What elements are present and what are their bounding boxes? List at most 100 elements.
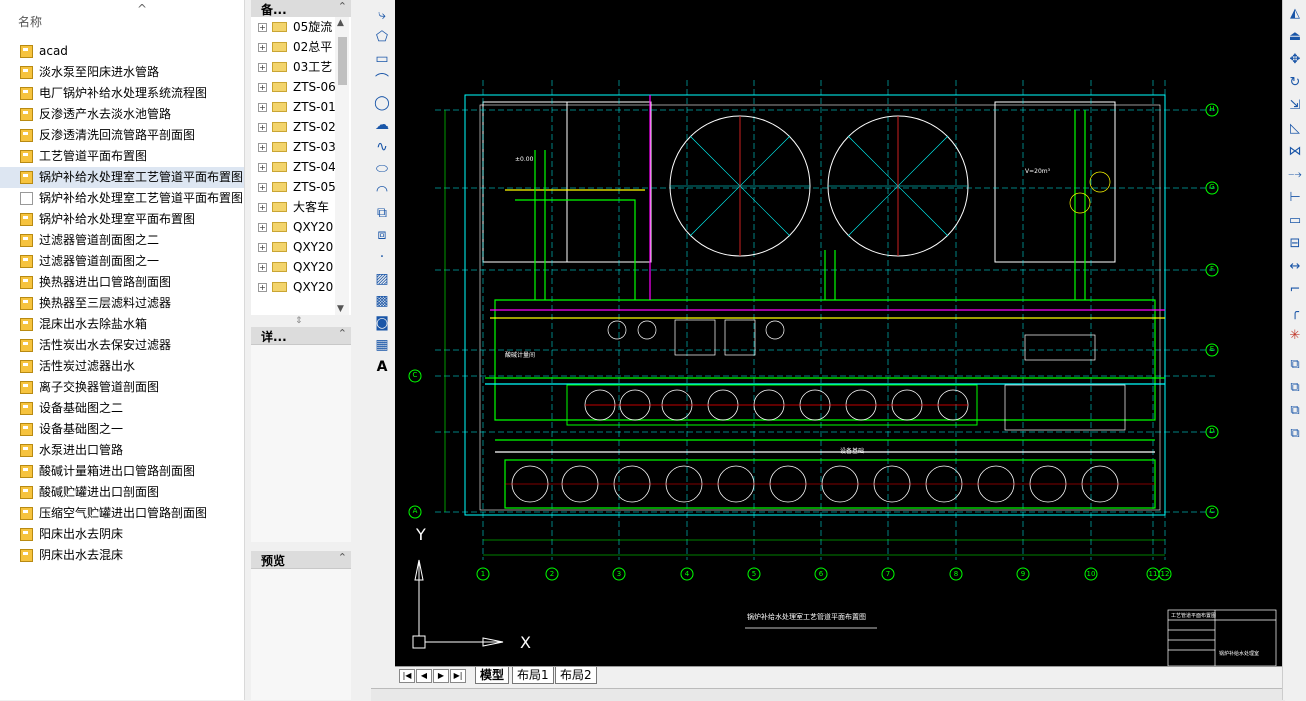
name-column-header[interactable]: 名称 bbox=[18, 13, 42, 30]
expand-icon[interactable]: + bbox=[258, 43, 267, 52]
file-list-item[interactable]: 锅炉补给水处理室工艺管道平面布置图 bbox=[0, 188, 244, 209]
expand-icon[interactable]: + bbox=[258, 163, 267, 172]
horizontal-scrollbar[interactable] bbox=[371, 688, 1285, 701]
file-list-item[interactable]: 锅炉补给水处理室平面布置图 bbox=[0, 209, 244, 230]
file-list-item[interactable]: 混床出水去除盐水箱 bbox=[0, 314, 244, 335]
expand-icon[interactable]: + bbox=[258, 283, 267, 292]
expand-icon[interactable]: + bbox=[258, 203, 267, 212]
file-list-item[interactable]: acad bbox=[0, 41, 244, 62]
tab-model[interactable]: 模型 bbox=[475, 667, 510, 684]
multiline-text-icon[interactable]: A bbox=[373, 358, 391, 376]
collapse-icon[interactable]: ⌃ bbox=[338, 0, 347, 13]
file-list-item[interactable]: 过滤器管道剖面图之一 bbox=[0, 251, 244, 272]
polyline-icon[interactable]: ⤷ bbox=[373, 6, 391, 24]
scale-icon[interactable]: ⇲ bbox=[1286, 97, 1304, 115]
file-list-item[interactable]: 淡水泵至阳床进水管路 bbox=[0, 62, 244, 83]
tree-scrollbar[interactable]: ▲ ▼ bbox=[335, 17, 349, 315]
file-list-item[interactable]: 压缩空气贮罐进出口管路剖面图 bbox=[0, 503, 244, 524]
send-under-icon[interactable]: ⧉ bbox=[1286, 425, 1304, 443]
expand-icon[interactable]: + bbox=[258, 103, 267, 112]
move-icon[interactable]: ✥ bbox=[1286, 51, 1304, 69]
explode-icon[interactable]: ✳ bbox=[1286, 327, 1304, 345]
trim-icon[interactable]: ⋈ bbox=[1286, 143, 1304, 161]
spline-icon[interactable]: ∿ bbox=[373, 138, 391, 156]
gradient-icon[interactable]: ▩ bbox=[373, 292, 391, 310]
file-list-item[interactable]: 过滤器管道剖面图之二 bbox=[0, 230, 244, 251]
file-list-item[interactable]: 设备基础图之二 bbox=[0, 398, 244, 419]
sort-ascending-icon[interactable]: ^ bbox=[137, 2, 147, 16]
resize-grip-icon[interactable]: ⇕ bbox=[295, 316, 303, 326]
make-block-icon[interactable]: ⧈ bbox=[373, 226, 391, 244]
expand-icon[interactable]: + bbox=[258, 23, 267, 32]
tab-layout2[interactable]: 布局2 bbox=[555, 667, 597, 684]
ellipse-arc-icon[interactable]: ◠ bbox=[373, 182, 391, 200]
expand-icon[interactable]: + bbox=[258, 263, 267, 272]
next-tab-icon[interactable]: ▶ bbox=[433, 669, 449, 683]
file-list-header[interactable]: 名称 ^ bbox=[0, 0, 244, 36]
drawing-canvas[interactable]: 锅炉补给水处理室工艺管道平面布置图 设备基础 酸碱计量间 V=20m³ ±0.0… bbox=[395, 0, 1282, 667]
file-list-item[interactable]: 活性炭出水去保安过滤器 bbox=[0, 335, 244, 356]
expand-icon[interactable]: + bbox=[258, 223, 267, 232]
mirror-icon[interactable]: ◭ bbox=[1286, 5, 1304, 23]
expand-icon[interactable]: + bbox=[258, 183, 267, 192]
last-tab-icon[interactable]: ▶| bbox=[450, 669, 466, 683]
break-at-point-icon[interactable]: ⊢ bbox=[1286, 189, 1304, 207]
file-list-item[interactable]: 阴床出水去混床 bbox=[0, 545, 244, 566]
file-list-item[interactable]: 换热器至三层滤料过滤器 bbox=[0, 293, 244, 314]
scroll-thumb[interactable] bbox=[338, 37, 347, 85]
grid-bubble-label: C bbox=[412, 371, 418, 379]
file-list-item[interactable]: 离子交换器管道剖面图 bbox=[0, 377, 244, 398]
preview-header[interactable]: 预览 ⌃ bbox=[251, 551, 351, 569]
collapse-icon[interactable]: ⌃ bbox=[338, 327, 347, 340]
extend-icon[interactable]: ⤍ bbox=[1286, 166, 1304, 184]
first-tab-icon[interactable]: |◀ bbox=[399, 669, 415, 683]
file-list-item[interactable]: 水泵进出口管路 bbox=[0, 440, 244, 461]
folders-header[interactable]: 备... ⌃ bbox=[251, 0, 351, 18]
expand-icon[interactable]: + bbox=[258, 143, 267, 152]
draw-order-front-icon[interactable]: ⧉ bbox=[1286, 356, 1304, 374]
hatch-icon[interactable]: ▨ bbox=[373, 270, 391, 288]
offset-icon[interactable]: ⏏ bbox=[1286, 28, 1304, 46]
prev-tab-icon[interactable]: ◀ bbox=[416, 669, 432, 683]
expand-icon[interactable]: + bbox=[258, 63, 267, 72]
file-list-item[interactable]: 活性炭过滤器出水 bbox=[0, 356, 244, 377]
scroll-down-icon[interactable]: ▼ bbox=[337, 304, 344, 314]
draw-order-back-icon[interactable]: ⧉ bbox=[1286, 379, 1304, 397]
file-list-item[interactable]: 锅炉补给水处理室工艺管道平面布置图 bbox=[0, 167, 244, 188]
fillet-icon[interactable]: ⌐ bbox=[1286, 281, 1304, 299]
table-icon[interactable]: ▦ bbox=[373, 336, 391, 354]
chamfer-icon[interactable]: ↔ bbox=[1286, 258, 1304, 276]
expand-icon[interactable]: + bbox=[258, 83, 267, 92]
file-list-item[interactable]: 反渗透清洗回流管路平剖面图 bbox=[0, 125, 244, 146]
polygon-icon[interactable]: ⬠ bbox=[373, 28, 391, 46]
revision-cloud-icon[interactable]: ☁ bbox=[373, 116, 391, 134]
point-icon[interactable]: · bbox=[373, 248, 391, 266]
rotate-icon[interactable]: ↻ bbox=[1286, 74, 1304, 92]
file-browser-panel: 名称 ^ acad 淡水泵至阳床进水管路 电厂锅炉补给水处理系统流程图 反渗透产水去淡… bbox=[0, 0, 245, 700]
collapse-icon[interactable]: ⌃ bbox=[338, 551, 347, 564]
file-list-item[interactable]: 设备基础图之一 bbox=[0, 419, 244, 440]
file-list-item[interactable]: 酸碱计量箱进出口管路剖面图 bbox=[0, 461, 244, 482]
expand-icon[interactable]: + bbox=[258, 243, 267, 252]
circle-icon[interactable]: ◯ bbox=[373, 94, 391, 112]
stretch-icon[interactable]: ◺ bbox=[1286, 120, 1304, 138]
insert-block-icon[interactable]: ⧉ bbox=[373, 204, 391, 222]
bring-above-icon[interactable]: ⧉ bbox=[1286, 402, 1304, 420]
region-icon[interactable]: ◙ bbox=[373, 314, 391, 332]
ellipse-icon[interactable]: ⬭ bbox=[373, 160, 391, 178]
tab-layout1[interactable]: 布局1 bbox=[512, 667, 554, 684]
file-list-item[interactable]: 酸碱贮罐进出口剖面图 bbox=[0, 482, 244, 503]
break-icon[interactable]: ▭ bbox=[1286, 212, 1304, 230]
arc-icon[interactable]: ⌒ bbox=[373, 72, 391, 90]
file-list-item[interactable]: 反渗透产水去淡水池管路 bbox=[0, 104, 244, 125]
file-list-item[interactable]: 电厂锅炉补给水处理系统流程图 bbox=[0, 83, 244, 104]
join-icon[interactable]: ⊟ bbox=[1286, 235, 1304, 253]
fillet-round-icon[interactable]: ╭ bbox=[1286, 304, 1304, 322]
file-list-item[interactable]: 换热器进出口管路剖面图 bbox=[0, 272, 244, 293]
file-list-item[interactable]: 工艺管道平面布置图 bbox=[0, 146, 244, 167]
file-list-item[interactable]: 阳床出水去阴床 bbox=[0, 524, 244, 545]
details-header[interactable]: 详... ⌃ bbox=[251, 327, 351, 345]
rectangle-icon[interactable]: ▭ bbox=[373, 50, 391, 68]
expand-icon[interactable]: + bbox=[258, 123, 267, 132]
scroll-up-icon[interactable]: ▲ bbox=[337, 18, 344, 28]
